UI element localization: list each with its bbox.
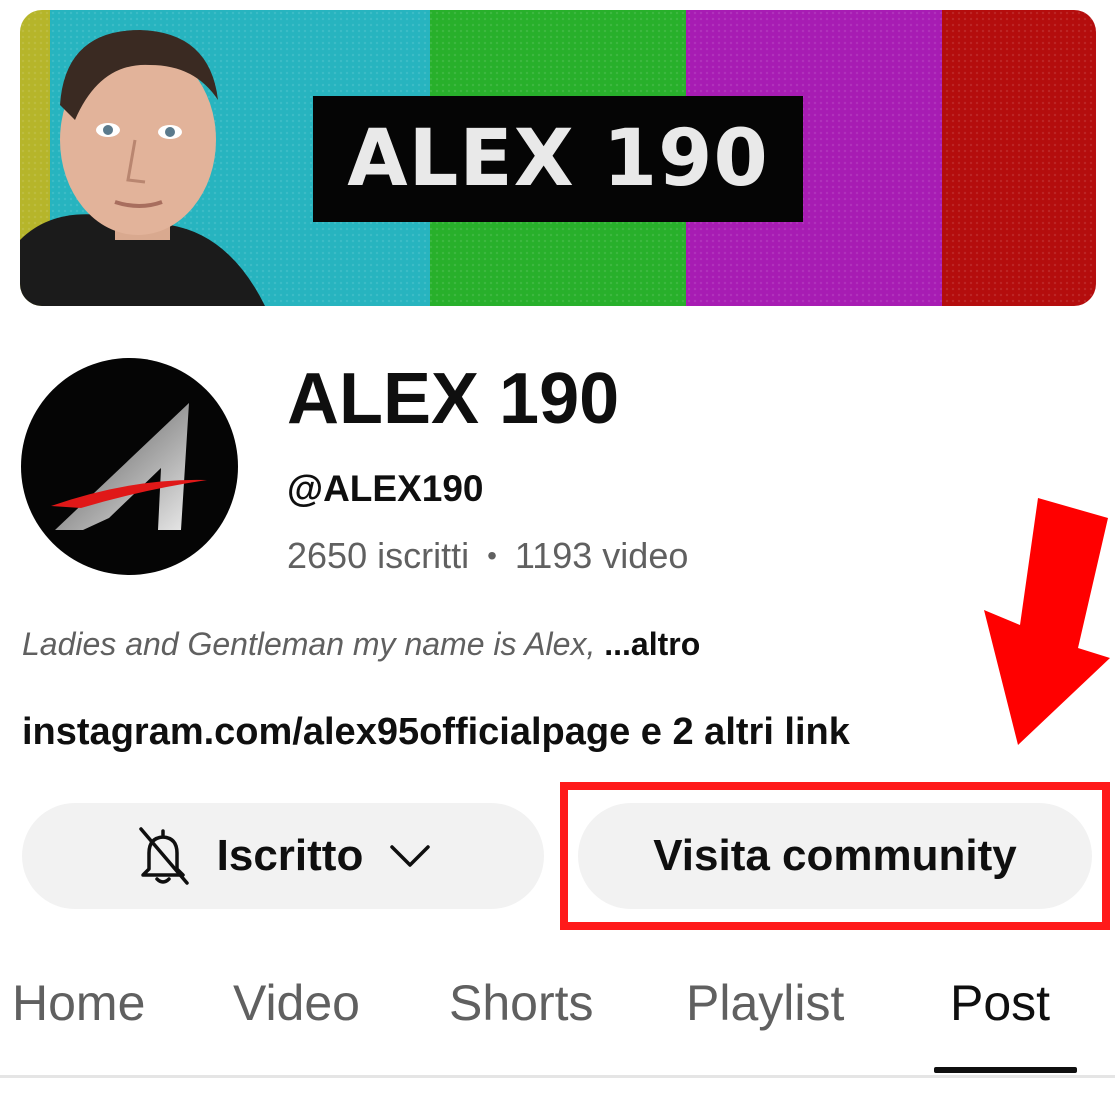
tab-shorts[interactable]: Shorts bbox=[449, 974, 594, 1032]
channel-title: ALEX 190 bbox=[287, 359, 620, 439]
channel-banner: ALEX 190 bbox=[20, 10, 1096, 306]
channel-description[interactable]: Ladies and Gentleman my name is Alex, ..… bbox=[22, 626, 700, 663]
stats-separator: • bbox=[487, 540, 497, 571]
banner-title: ALEX 190 bbox=[347, 114, 769, 204]
channel-avatar[interactable] bbox=[21, 358, 238, 575]
banner-person-image bbox=[20, 30, 265, 306]
channel-links[interactable]: instagram.com/alex95officialpage e 2 alt… bbox=[22, 711, 850, 754]
subscribed-button[interactable]: Iscritto bbox=[22, 803, 544, 909]
subscribed-button-label: Iscritto bbox=[216, 831, 364, 880]
tab-video[interactable]: Video bbox=[233, 974, 360, 1032]
channel-tabs: Home Video Shorts Playlist Post bbox=[0, 968, 1115, 1078]
video-count: 1193 video bbox=[514, 535, 689, 576]
arrow-down-icon bbox=[984, 498, 1110, 745]
chevron-down-icon bbox=[390, 845, 431, 867]
description-text: Ladies and Gentleman my name is Alex, bbox=[22, 626, 596, 662]
channel-logo-icon bbox=[51, 403, 207, 530]
tab-playlist[interactable]: Playlist bbox=[686, 974, 844, 1032]
tab-post[interactable]: Post bbox=[950, 974, 1050, 1032]
active-tab-indicator bbox=[934, 1067, 1077, 1073]
subscriber-count: 2650 iscritti bbox=[287, 535, 470, 576]
tab-home[interactable]: Home bbox=[12, 974, 145, 1032]
channel-stats: 2650 iscritti • 1193 video bbox=[287, 535, 688, 577]
channel-handle: @ALEX190 bbox=[287, 468, 484, 509]
visit-community-button[interactable]: Visita community bbox=[578, 803, 1092, 909]
bell-off-icon bbox=[138, 827, 189, 885]
banner-title-box: ALEX 190 bbox=[313, 96, 803, 222]
description-more-link[interactable]: ...altro bbox=[595, 626, 700, 662]
visit-community-label: Visita community bbox=[653, 831, 1017, 880]
